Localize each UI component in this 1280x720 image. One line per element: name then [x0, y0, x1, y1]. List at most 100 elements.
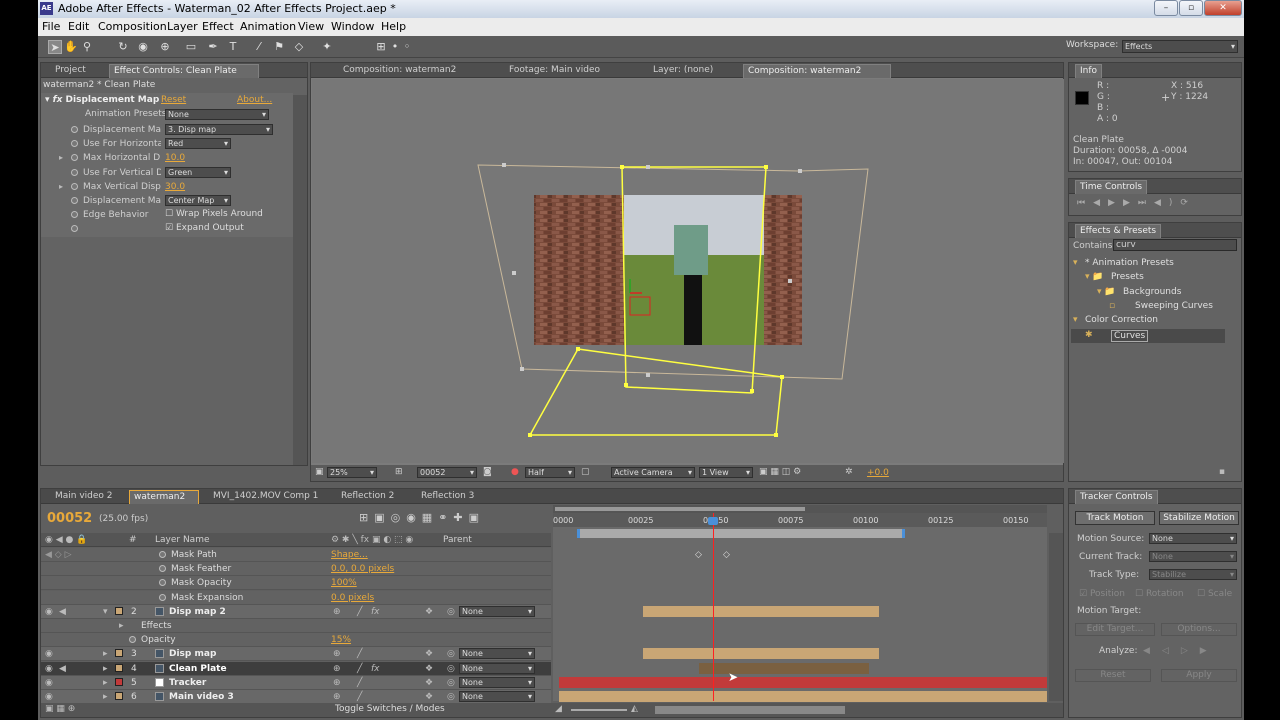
layer-row[interactable]: ◉ ▸ 6 Main video 3 ⊕ ╱ ❖ ◎ None	[41, 690, 551, 704]
3d-layer-icon[interactable]: ❖	[425, 692, 433, 702]
quality-switch-icon[interactable]: ╱	[357, 664, 362, 674]
menu-window[interactable]: Window	[331, 20, 374, 33]
property-row[interactable]: Opacity 15%	[41, 633, 551, 648]
audio-icon[interactable]: ◀	[59, 607, 66, 617]
stopwatch-icon[interactable]	[159, 593, 166, 601]
exposure-value[interactable]: +0.0	[867, 468, 889, 478]
exposure-icon[interactable]: ✲	[845, 467, 853, 477]
horizontal-scrollbar[interactable]	[655, 706, 845, 714]
stopwatch-icon[interactable]	[71, 154, 78, 162]
stopwatch-icon[interactable]	[159, 551, 166, 558]
effect-name[interactable]: ▾ fx Displacement Map	[45, 95, 159, 105]
3d-layer-icon[interactable]: ❖	[425, 664, 433, 674]
layer-duration-bar[interactable]	[559, 691, 1047, 702]
tab-info[interactable]: Info	[1075, 64, 1103, 78]
keyframe-icon[interactable]: ◇	[695, 550, 702, 560]
timecode-field[interactable]: 00052	[417, 467, 477, 478]
layer-name[interactable]: Disp map 2	[169, 607, 226, 617]
edit-target-button[interactable]: Edit Target...	[1075, 623, 1155, 636]
stopwatch-icon[interactable]	[71, 211, 78, 219]
property-value[interactable]: 100%	[331, 578, 357, 588]
stopwatch-icon[interactable]	[129, 636, 136, 644]
shy-switch-icon[interactable]: ⊕	[333, 692, 341, 702]
preset-tree-item[interactable]: ▫ Sweeping Curves	[1071, 300, 1225, 314]
eraser-tool-icon[interactable]: ◇	[292, 40, 306, 54]
region-of-interest-icon[interactable]: ▢	[581, 467, 590, 477]
zoom-out-icon[interactable]: ◢	[555, 704, 562, 714]
stopwatch-icon[interactable]	[71, 126, 78, 133]
toggle-switches-modes[interactable]: Toggle Switches / Modes	[335, 704, 445, 714]
expand-triangle-icon[interactable]: ▸	[103, 664, 108, 674]
menu-composition[interactable]: Composition	[98, 20, 167, 33]
visibility-eye-icon[interactable]: ◉	[45, 607, 53, 617]
shy-switch-icon[interactable]: ⊕	[333, 664, 341, 674]
zoom-tool-icon[interactable]: ⚲	[80, 40, 94, 54]
parent-dropdown[interactable]: None	[459, 676, 535, 688]
property-value[interactable]: 0.0 pixels	[331, 593, 374, 603]
parent-dropdown[interactable]: None	[459, 662, 535, 674]
expand-triangle-icon[interactable]: ▸	[119, 621, 124, 631]
parent-pickwhip-icon[interactable]: ◎	[447, 664, 455, 674]
3d-layer-icon[interactable]: ❖	[425, 649, 433, 659]
analyze-buttons[interactable]: ◀◁▷▶	[1143, 646, 1219, 656]
parent-pickwhip-icon[interactable]: ◎	[447, 692, 455, 702]
expand-triangle-icon[interactable]: ▸	[103, 649, 108, 659]
stopwatch-icon[interactable]	[71, 168, 78, 176]
layer-duration-bar[interactable]	[559, 676, 1047, 688]
menu-file[interactable]: File	[42, 20, 60, 33]
about-link[interactable]: About...	[237, 95, 272, 105]
motion-source-dropdown[interactable]: None	[1149, 533, 1237, 544]
property-row[interactable]: ▸ Effects	[41, 619, 551, 633]
reset-button[interactable]: Reset	[1075, 669, 1151, 682]
visibility-eye-icon[interactable]: ◉	[45, 664, 53, 674]
work-area-bar[interactable]	[577, 529, 905, 538]
timeline-switch-icons[interactable]: ⊞▣◎◉▦⚭✚▣	[359, 511, 485, 524]
preset-tree-item[interactable]: ✱ Curves	[1071, 328, 1225, 343]
fx-param-value[interactable]: 10.0	[165, 153, 185, 163]
preset-tree-item[interactable]: ▾ 📁 Presets	[1071, 271, 1225, 285]
time-ruler[interactable]: 0000000250005000075001000012500150	[553, 513, 1047, 527]
menu-view[interactable]: View	[298, 20, 324, 33]
expand-triangle-icon[interactable]: ▸	[103, 678, 108, 688]
current-track-dropdown[interactable]: None	[1149, 551, 1237, 562]
parent-dropdown[interactable]: None	[459, 691, 535, 702]
tab-effects-presets[interactable]: Effects & Presets	[1075, 224, 1162, 238]
property-row[interactable]: Mask Feather 0.0, 0.0 pixels	[41, 562, 551, 577]
layer-name[interactable]: Main video 3	[169, 692, 234, 702]
fx-param-dropdown[interactable]: Center Map	[165, 195, 231, 206]
tab-project[interactable]: Project	[51, 64, 90, 78]
layer-row[interactable]: ◉ ▸ 3 Disp map ⊕ ╱ ❖ ◎ None	[41, 647, 551, 662]
layer-row[interactable]: ◉ ◀ ▾ 2 Disp map 2 ⊕ ╱ fx ❖ ◎ None	[41, 604, 551, 619]
shy-switch-icon[interactable]: ⊕	[333, 649, 341, 659]
scale-checkbox[interactable]: ☐ Scale	[1197, 589, 1232, 599]
quality-switch-icon[interactable]: ╱	[357, 678, 362, 688]
snapshot-icon[interactable]: ▣	[315, 467, 324, 477]
tab-composition-active[interactable]: Composition: waterman2	[743, 64, 891, 78]
stopwatch-icon[interactable]	[71, 197, 78, 204]
effect-switch-icon[interactable]: fx	[371, 664, 380, 674]
expand-triangle-icon[interactable]: ▸	[59, 153, 63, 162]
camera-snapshot-icon[interactable]: ◙	[483, 467, 492, 477]
expand-triangle-icon[interactable]: ▸	[59, 182, 63, 191]
pen-tool-icon[interactable]: ✒	[206, 40, 220, 54]
keyframe-icon[interactable]: ◇	[723, 550, 730, 560]
animation-presets-dropdown[interactable]: None	[165, 109, 269, 120]
layer-duration-bar[interactable]	[643, 648, 879, 660]
fx-param-checkbox[interactable]: ☐ Wrap Pixels Around	[165, 209, 263, 219]
layer-name[interactable]: Tracker	[169, 678, 206, 688]
resolution-dropdown[interactable]: Half	[525, 467, 575, 478]
quality-switch-icon[interactable]: ╱	[357, 692, 362, 702]
stopwatch-icon[interactable]	[159, 565, 166, 573]
apply-button[interactable]: Apply	[1161, 669, 1237, 682]
label-color-swatch[interactable]	[115, 663, 123, 672]
stopwatch-icon[interactable]	[71, 225, 78, 233]
axis-mode-icon[interactable]: ⊞	[374, 40, 388, 54]
layer-duration-bar[interactable]	[699, 662, 869, 674]
rotate-tool-icon[interactable]: ↻	[116, 40, 130, 54]
expand-triangle-icon[interactable]: ▸	[103, 692, 108, 702]
tab-reflection-3[interactable]: Reflection 3	[417, 490, 478, 504]
preset-tree-item[interactable]: ▾ 📁 Backgrounds	[1071, 286, 1225, 300]
maximize-button[interactable]: ▫	[1179, 0, 1203, 16]
label-color-swatch[interactable]	[115, 692, 123, 700]
fx-param-dropdown[interactable]: Green	[165, 166, 231, 178]
